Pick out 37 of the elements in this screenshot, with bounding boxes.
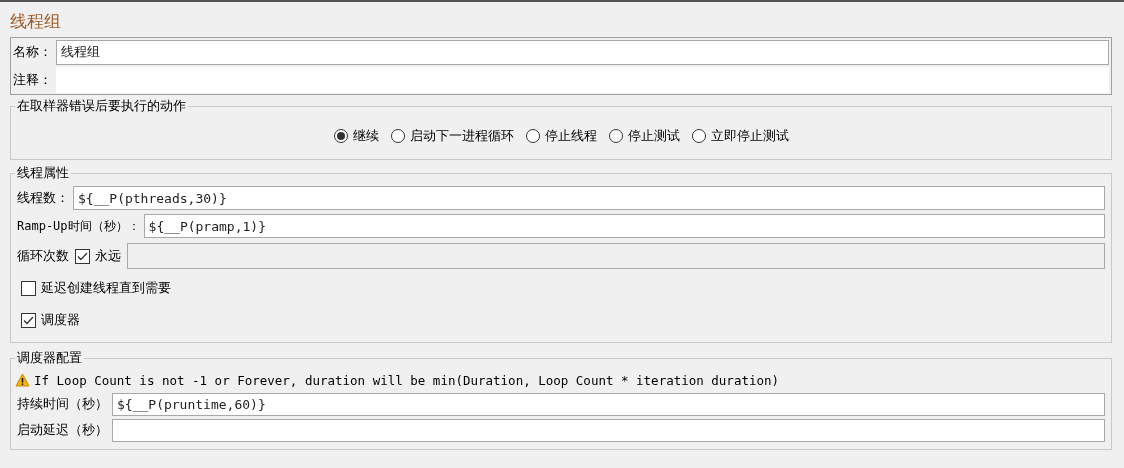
field-label: 线程数： [17, 189, 69, 207]
scheduler-checkbox[interactable]: 调度器 [21, 311, 80, 329]
radio-button[interactable] [525, 129, 540, 143]
warning-icon [15, 373, 30, 387]
warning-text: If Loop Count is not -1 or Forever, duration will be min(Duration, Loop Count * iteration duration) [34, 372, 780, 388]
checkbox[interactable] [21, 312, 36, 328]
radio-button[interactable] [390, 129, 405, 143]
panel-title: 线程组 [10, 10, 62, 33]
check-icon [23, 314, 34, 326]
comment-field[interactable] [56, 67, 1109, 93]
threads-field[interactable]: ${__P(pthreads,30)} [73, 186, 1105, 210]
group-legend: 调度器配置 [15, 349, 84, 367]
forever-checkbox[interactable]: 永远 [75, 247, 121, 265]
field-label: 持续时间（秒） [17, 395, 108, 413]
name-field[interactable]: 线程组 [56, 39, 1109, 65]
field-label: 注释： [13, 71, 52, 89]
field-label: 循环次数 [17, 247, 69, 265]
startup-delay-field[interactable] [112, 418, 1105, 442]
radio-button[interactable] [691, 129, 706, 143]
radio-option[interactable]: 停止线程 [525, 127, 597, 145]
duration-field[interactable]: ${__P(pruntime,60)} [112, 392, 1105, 416]
checkbox[interactable] [21, 280, 36, 296]
radio-option[interactable]: 停止测试 [608, 127, 680, 145]
check-icon [77, 250, 88, 262]
ramp-up-field[interactable]: ${__P(pramp,1)} [143, 214, 1105, 238]
radio-button[interactable] [333, 129, 348, 143]
radio-option[interactable]: 立即停止测试 [691, 127, 789, 145]
delay-checkbox[interactable]: 延迟创建线程直到需要 [21, 279, 171, 297]
field-label: Ramp-Up时间（秒）： [17, 217, 140, 235]
field-label: 启动延迟（秒） [17, 421, 108, 439]
checkbox[interactable] [75, 248, 90, 264]
group-legend: 线程属性 [15, 164, 71, 182]
radio-option[interactable]: 继续 [333, 127, 379, 145]
group-legend: 在取样器错误后要执行的动作 [15, 97, 188, 115]
radio-option[interactable]: 启动下一进程循环 [390, 127, 514, 145]
radio-button[interactable] [608, 129, 623, 143]
field-label: 名称： [13, 43, 52, 61]
